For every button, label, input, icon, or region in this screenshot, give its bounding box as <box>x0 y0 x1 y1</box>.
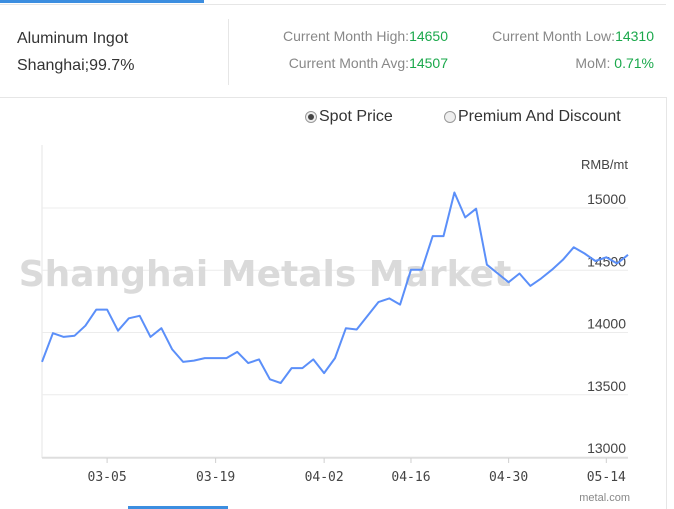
price-line-chart: Shanghai Metals Market RMB/mt 1500014500… <box>19 145 630 504</box>
x-tick-label: 05-14 <box>587 470 626 485</box>
gridlines <box>42 207 628 459</box>
x-tick-label: 04-30 <box>489 470 528 485</box>
y-tick-label: 15000 <box>587 191 626 207</box>
y-tick-label: 13500 <box>587 378 626 394</box>
y-tick-label: 13000 <box>587 440 626 456</box>
y-tick-label: 14000 <box>587 316 626 332</box>
x-tick-label: 04-02 <box>305 470 344 485</box>
x-tick-label: 03-05 <box>88 470 127 485</box>
x-tick-label: 03-19 <box>196 470 235 485</box>
y-axis-ticks: 1500014500140001350013000 <box>587 191 626 456</box>
x-tick-label: 04-16 <box>391 470 430 485</box>
y-axis-unit: RMB/mt <box>581 157 628 172</box>
source-label: metal.com <box>579 492 630 504</box>
x-axis-ticks: 03-05 03-19 04-02 04-16 04-30 05-14 <box>88 458 626 485</box>
watermark: Shanghai Metals Market <box>19 254 512 295</box>
